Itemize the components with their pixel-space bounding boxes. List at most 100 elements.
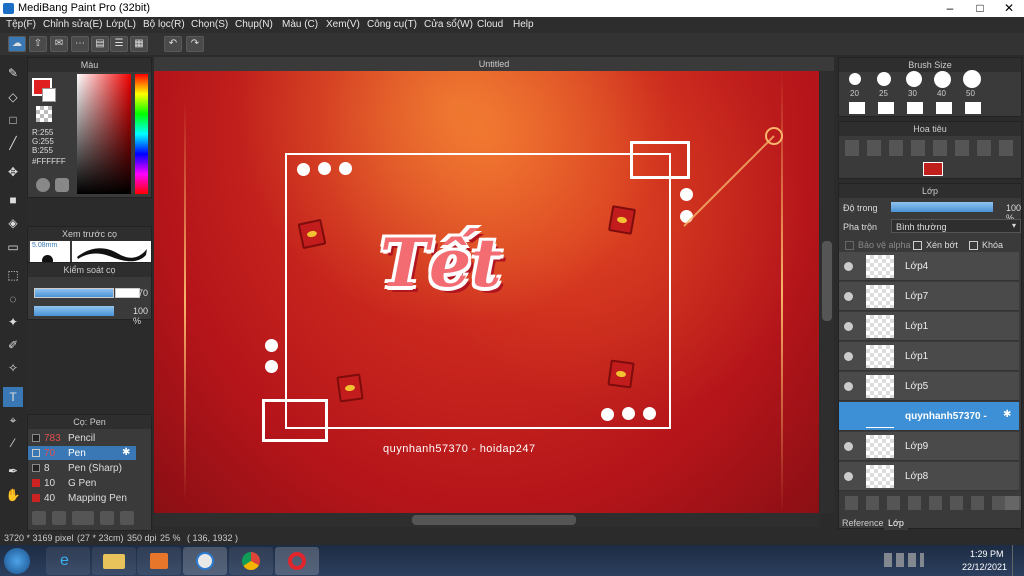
blend-select[interactable]: Bình thường ▾	[891, 219, 1021, 233]
brush-opacity-slider[interactable]	[34, 306, 114, 316]
eye-icon[interactable]	[844, 352, 853, 361]
canvas-tab[interactable]: Untitled	[154, 57, 834, 71]
menu-tools[interactable]: Công cụ(T)	[367, 19, 417, 30]
list-icon[interactable]: ☰	[110, 36, 128, 52]
new-brush-icon[interactable]	[52, 511, 66, 525]
select-rect-icon[interactable]: ⬚	[3, 265, 23, 285]
maximize-icon[interactable]: □	[965, 0, 995, 17]
start-button-icon[interactable]	[4, 548, 30, 574]
size-20-icon[interactable]	[849, 73, 861, 85]
chrome-icon[interactable]	[229, 547, 273, 575]
divide-tool-icon[interactable]: ⁄	[3, 433, 23, 453]
undo-icon[interactable]: ↶	[164, 36, 182, 52]
gear-icon[interactable]: ✱	[1003, 409, 1011, 420]
operation-tool-icon[interactable]: ⌖	[3, 410, 23, 430]
select-eraser-icon[interactable]: ✧	[3, 358, 23, 378]
protect-alpha-checkbox[interactable]	[845, 241, 854, 250]
eye-icon[interactable]	[844, 382, 853, 391]
brush-item[interactable]: 10 G Pen	[28, 476, 136, 490]
redo-icon[interactable]: ↷	[186, 36, 204, 52]
brush-menu-icon[interactable]	[72, 511, 94, 525]
horizontal-scrollbar[interactable]	[154, 513, 820, 527]
brush-item[interactable]: 8 Pen (Sharp)	[28, 461, 136, 475]
layer-row[interactable]: Lớp5	[839, 372, 1019, 401]
media-player-icon[interactable]	[137, 547, 181, 575]
saturation-picker[interactable]	[77, 74, 131, 194]
brush-size-slider[interactable]	[34, 288, 114, 298]
opera-icon[interactable]	[275, 547, 319, 575]
cloud-icon[interactable]: ☁	[8, 36, 26, 52]
brush-item[interactable]: 783 Pencil	[28, 431, 136, 445]
grid-icon[interactable]: ▦	[130, 36, 148, 52]
navigator-thumbnail[interactable]	[923, 162, 943, 176]
explorer-icon[interactable]	[92, 547, 136, 575]
size-row-2[interactable]	[849, 102, 981, 114]
brush-item-selected[interactable]: 70 Pen ✱	[28, 446, 136, 460]
document-icon[interactable]: ▤	[91, 36, 109, 52]
close-icon[interactable]: ✕	[994, 0, 1024, 17]
rect-tool-icon[interactable]: □	[3, 110, 23, 130]
trash-icon[interactable]	[1005, 496, 1019, 510]
menu-edit[interactable]: Chỉnh sửa(E)	[43, 19, 103, 30]
background-color[interactable]	[42, 88, 56, 102]
layer-row-selected[interactable]: quynhanh57370 - ✱	[839, 402, 1019, 431]
text-tool-icon[interactable]: T	[3, 387, 23, 407]
vertical-scroll-thumb[interactable]	[822, 241, 832, 321]
layer-row[interactable]: Lớp1	[839, 342, 1019, 371]
brush-settings-icon[interactable]	[100, 511, 114, 525]
horizontal-scroll-thumb[interactable]	[412, 515, 576, 525]
upload-icon[interactable]: ⇧	[29, 36, 47, 52]
layer-opacity-slider[interactable]	[891, 202, 993, 212]
move-tool-icon[interactable]: ✥	[3, 162, 23, 182]
menu-cloud[interactable]: Cloud	[477, 19, 503, 30]
comment-icon[interactable]: ✉	[50, 36, 68, 52]
color-history-icon[interactable]	[55, 178, 69, 192]
menu-filter[interactable]: Bộ lọc(R)	[143, 19, 185, 30]
zoom-controls[interactable]	[845, 140, 1021, 156]
gradient-tool-icon[interactable]: ▭	[3, 237, 23, 257]
canvas[interactable]: Tết quynhanh57370 - hoidap247	[154, 71, 819, 513]
add-brush-icon[interactable]	[32, 511, 46, 525]
size-40-icon[interactable]	[934, 71, 951, 88]
menu-layer[interactable]: Lớp(L)	[106, 19, 136, 30]
ie-icon[interactable]: e	[46, 547, 90, 575]
brush-size-value[interactable]: 70	[138, 288, 148, 298]
gear-icon[interactable]: ✱	[122, 447, 130, 458]
tray-icons[interactable]	[884, 553, 924, 567]
show-desktop-button[interactable]	[1012, 545, 1024, 576]
menu-view[interactable]: Xem(V)	[326, 19, 360, 30]
eye-icon[interactable]	[844, 322, 853, 331]
minimize-icon[interactable]: –	[935, 0, 965, 17]
eyedropper-icon[interactable]: ✒	[3, 461, 23, 481]
eye-icon[interactable]	[844, 262, 853, 271]
layer-row[interactable]: Lớp8	[839, 462, 1019, 491]
eye-icon[interactable]	[844, 442, 853, 451]
lasso-icon[interactable]: ◌	[3, 289, 23, 309]
layer-row[interactable]: Lớp4	[839, 252, 1019, 281]
eye-icon[interactable]	[844, 472, 853, 481]
palette-icon[interactable]	[36, 178, 50, 192]
transparent-color[interactable]	[36, 106, 52, 122]
clipping-checkbox[interactable]	[913, 241, 922, 250]
brush-tool-icon[interactable]: ✎	[3, 63, 23, 83]
menu-select[interactable]: Chọn(S)	[191, 19, 228, 30]
tab-reference[interactable]: Reference	[842, 518, 884, 528]
select-pen-icon[interactable]: ✐	[3, 335, 23, 355]
size-50-icon[interactable]	[963, 70, 981, 88]
layer-row[interactable]: Lớp9	[839, 432, 1019, 461]
hue-slider[interactable]	[135, 74, 148, 194]
fill-rect-tool-icon[interactable]: ■	[3, 190, 23, 210]
magic-wand-icon[interactable]: ✦	[3, 312, 23, 332]
brush-folder-icon[interactable]	[120, 511, 134, 525]
vertical-scrollbar[interactable]	[820, 71, 834, 513]
tab-layer[interactable]: Lớp	[884, 516, 908, 530]
menu-capture[interactable]: Chụp(N)	[235, 19, 273, 30]
eye-icon[interactable]	[844, 292, 853, 301]
layer-actions[interactable]	[845, 496, 1021, 510]
brush-opacity-value[interactable]: 100 %	[133, 306, 148, 326]
share-icon[interactable]: ⋯	[71, 36, 89, 52]
menu-window[interactable]: Cửa sổ(W)	[424, 19, 473, 30]
layer-row[interactable]: Lớp1	[839, 312, 1019, 341]
hand-tool-icon[interactable]: ✋	[3, 485, 23, 505]
medibang-icon[interactable]	[183, 547, 227, 575]
